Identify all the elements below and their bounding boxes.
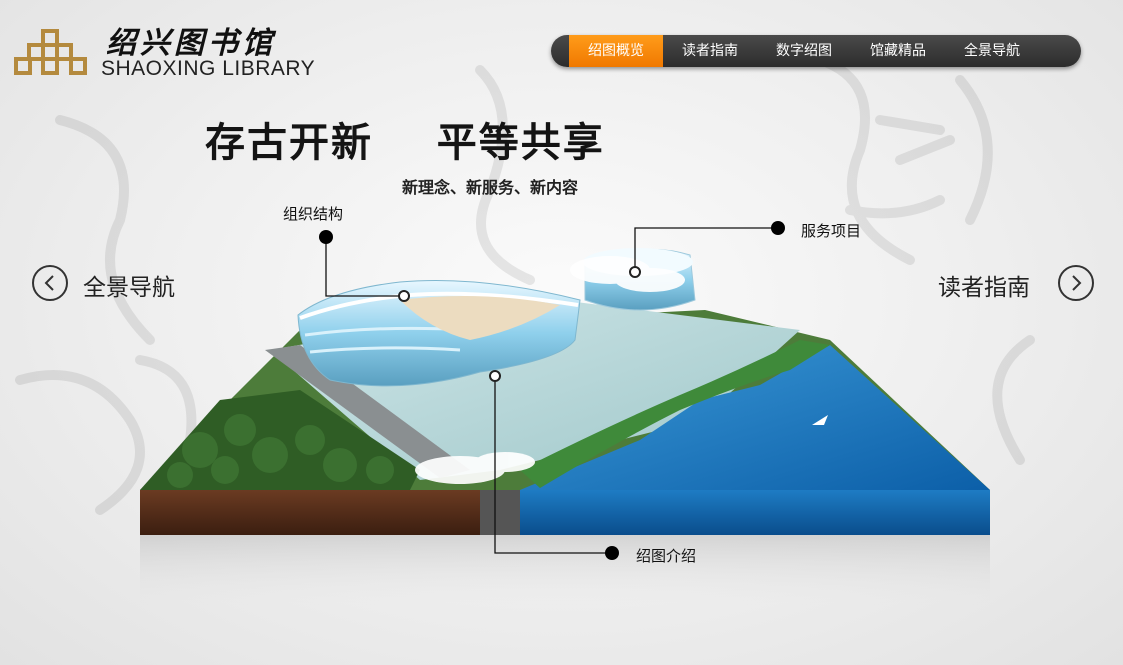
callout-dot-services [771, 221, 785, 235]
hotspot-intro[interactable] [489, 370, 501, 382]
chevron-left-icon [44, 275, 54, 291]
callout-org-structure[interactable]: 组织结构 [283, 203, 343, 224]
prev-arrow-button[interactable] [32, 265, 68, 301]
callout-services[interactable]: 服务项目 [801, 220, 861, 241]
side-nav-panorama[interactable]: 全景导航 [83, 268, 175, 302]
chevron-right-icon [1072, 275, 1082, 291]
callout-dot-org [319, 230, 333, 244]
hotspot-services[interactable] [629, 266, 641, 278]
next-arrow-button[interactable] [1058, 265, 1094, 301]
callout-dot-intro [605, 546, 619, 560]
hotspot-org-structure[interactable] [398, 290, 410, 302]
callout-intro[interactable]: 绍图介绍 [636, 545, 696, 566]
library-3d-model-illustration [140, 221, 990, 605]
side-nav-reader-guide[interactable]: 读者指南 [938, 268, 1030, 302]
